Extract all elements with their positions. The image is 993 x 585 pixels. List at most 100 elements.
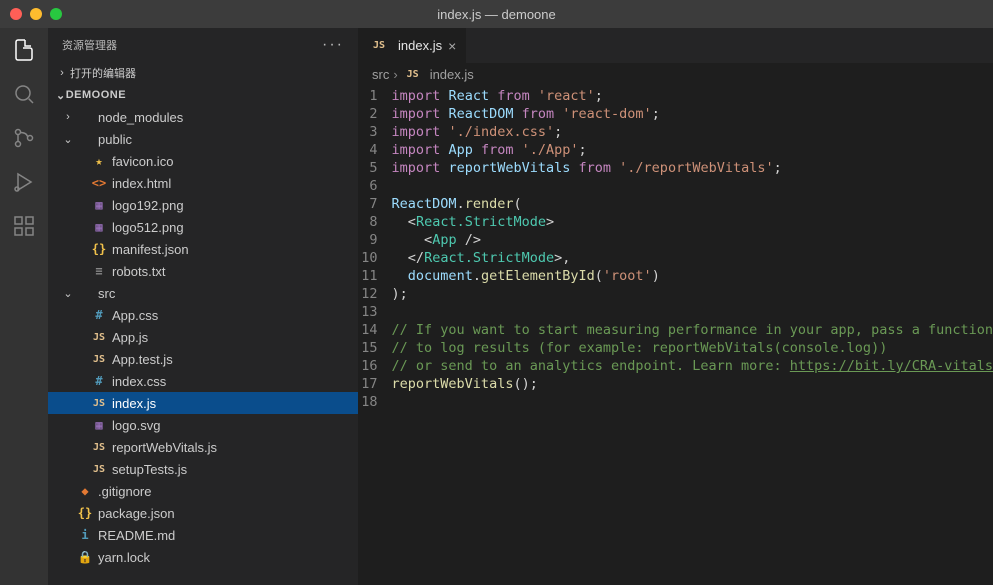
tree-item-label: logo512.png (112, 220, 184, 235)
chevron-icon: ⌄ (62, 287, 74, 300)
maximize-window-button[interactable] (50, 8, 62, 20)
md-icon: i (76, 526, 94, 544)
tree-item[interactable]: JS reportWebVitals.js (48, 436, 358, 458)
git-icon: ◆ (76, 482, 94, 500)
tree-item-label: favicon.ico (112, 154, 173, 169)
tab-label: index.js (398, 38, 442, 53)
folder-icon (76, 108, 94, 126)
tree-item-label: .gitignore (98, 484, 151, 499)
close-tab-icon[interactable]: × (448, 38, 456, 54)
js-file-icon: JS (370, 37, 388, 55)
tree-item[interactable]: JS index.js (48, 392, 358, 414)
tree-item-label: src (98, 286, 115, 301)
js-icon: JS (90, 350, 108, 368)
tree-item[interactable]: <> index.html (48, 172, 358, 194)
chevron-icon: › (62, 111, 74, 123)
tree-item-label: package.json (98, 506, 175, 521)
svg-icon: ▦ (90, 416, 108, 434)
tree-item[interactable]: ⌄ src (48, 282, 358, 304)
html-icon: <> (90, 174, 108, 192)
sidebar-title: 资源管理器 (62, 37, 117, 53)
star-icon: ★ (90, 152, 108, 170)
window-controls (0, 8, 62, 20)
js-icon: JS (90, 460, 108, 478)
tree-item[interactable]: # App.css (48, 304, 358, 326)
tree-item[interactable]: JS App.js (48, 326, 358, 348)
tree-item-label: App.js (112, 330, 148, 345)
js-icon: JS (90, 394, 108, 412)
search-icon[interactable] (10, 80, 38, 108)
tree-item-label: robots.txt (112, 264, 165, 279)
tree-item-label: App.css (112, 308, 158, 323)
tab-index-js[interactable]: JS index.js × (358, 28, 466, 63)
tree-item[interactable]: JS setupTests.js (48, 458, 358, 480)
line-numbers: 123456789101112131415161718 (358, 87, 392, 411)
tree-item-label: index.js (112, 396, 156, 411)
tree-item[interactable]: ▦ logo512.png (48, 216, 358, 238)
breadcrumb-file: index.js (430, 67, 474, 82)
chevron-right-icon: › (56, 67, 68, 79)
tree-item-label: App.test.js (112, 352, 173, 367)
js-icon: JS (90, 438, 108, 456)
explorer-icon[interactable] (10, 36, 38, 64)
tree-item[interactable]: JS App.test.js (48, 348, 358, 370)
json-icon: {} (90, 240, 108, 258)
tree-item-label: manifest.json (112, 242, 189, 257)
breadcrumb-folder: src (372, 67, 389, 82)
tree-item-label: reportWebVitals.js (112, 440, 217, 455)
css-icon: # (90, 372, 108, 390)
extensions-icon[interactable] (10, 212, 38, 240)
chevron-icon: ⌄ (62, 133, 74, 146)
folder-icon (76, 130, 94, 148)
window-title: index.js — demoone (0, 7, 993, 22)
open-editors-section[interactable]: › 打开的编辑器 (48, 62, 358, 84)
tree-item[interactable]: {} package.json (48, 502, 358, 524)
close-window-button[interactable] (10, 8, 22, 20)
img-icon: ▦ (90, 196, 108, 214)
tree-item[interactable]: # index.css (48, 370, 358, 392)
tree-item[interactable]: ▦logo.svg (48, 414, 358, 436)
chevron-down-icon: ⌄ (56, 89, 66, 102)
sidebar: 资源管理器 ··· › 打开的编辑器 ⌄ DEMOONE › node_modul… (48, 28, 358, 585)
tree-item-label: public (98, 132, 132, 147)
tree-item[interactable]: ★ favicon.ico (48, 150, 358, 172)
tree-item-label: README.md (98, 528, 175, 543)
lock-icon: 🔒 (76, 548, 94, 566)
tree-item[interactable]: › node_modules (48, 106, 358, 128)
open-editors-label: 打开的编辑器 (70, 65, 136, 81)
txt-icon: ≡ (90, 262, 108, 280)
code-editor[interactable]: 123456789101112131415161718 import React… (358, 85, 993, 411)
editor-tabs: JS index.js × (358, 28, 993, 63)
css-icon: # (90, 306, 108, 324)
js-icon: JS (90, 328, 108, 346)
activity-bar (0, 28, 48, 585)
tree-item-label: index.html (112, 176, 171, 191)
folder-root[interactable]: ⌄ DEMOONE (48, 84, 358, 106)
tree-item[interactable]: ◆ .gitignore (48, 480, 358, 502)
run-debug-icon[interactable] (10, 168, 38, 196)
tree-item[interactable]: ⌄ public (48, 128, 358, 150)
minimize-window-button[interactable] (30, 8, 42, 20)
tree-item-label: setupTests.js (112, 462, 187, 477)
tree-item[interactable]: ≡ robots.txt (48, 260, 358, 282)
img-icon: ▦ (90, 218, 108, 236)
chevron-right-icon: › (393, 67, 397, 82)
tree-item-label: yarn.lock (98, 550, 150, 565)
tree-item[interactable]: i README.md (48, 524, 358, 546)
code-content: import React from 'react'; import ReactD… (392, 87, 993, 411)
tree-item-label: node_modules (98, 110, 183, 125)
folder-icon (76, 284, 94, 302)
titlebar: index.js — demoone (0, 0, 993, 28)
tree-item-label: logo192.png (112, 198, 184, 213)
tree-item[interactable]: {} manifest.json (48, 238, 358, 260)
source-control-icon[interactable] (10, 124, 38, 152)
more-actions-icon[interactable]: ··· (322, 36, 344, 54)
tree-item-label: index.css (112, 374, 166, 389)
tree-item[interactable]: 🔒 yarn.lock (48, 546, 358, 568)
tree-item[interactable]: ▦ logo192.png (48, 194, 358, 216)
json-icon: {} (76, 504, 94, 522)
file-tree: › node_modules ⌄ public ★ favicon.ico <> index.… (48, 106, 358, 585)
js-file-icon: JS (404, 65, 422, 83)
breadcrumb[interactable]: src › JS index.js (358, 63, 993, 85)
editor-area: JS index.js × src › JS index.js 12345678… (358, 28, 993, 585)
